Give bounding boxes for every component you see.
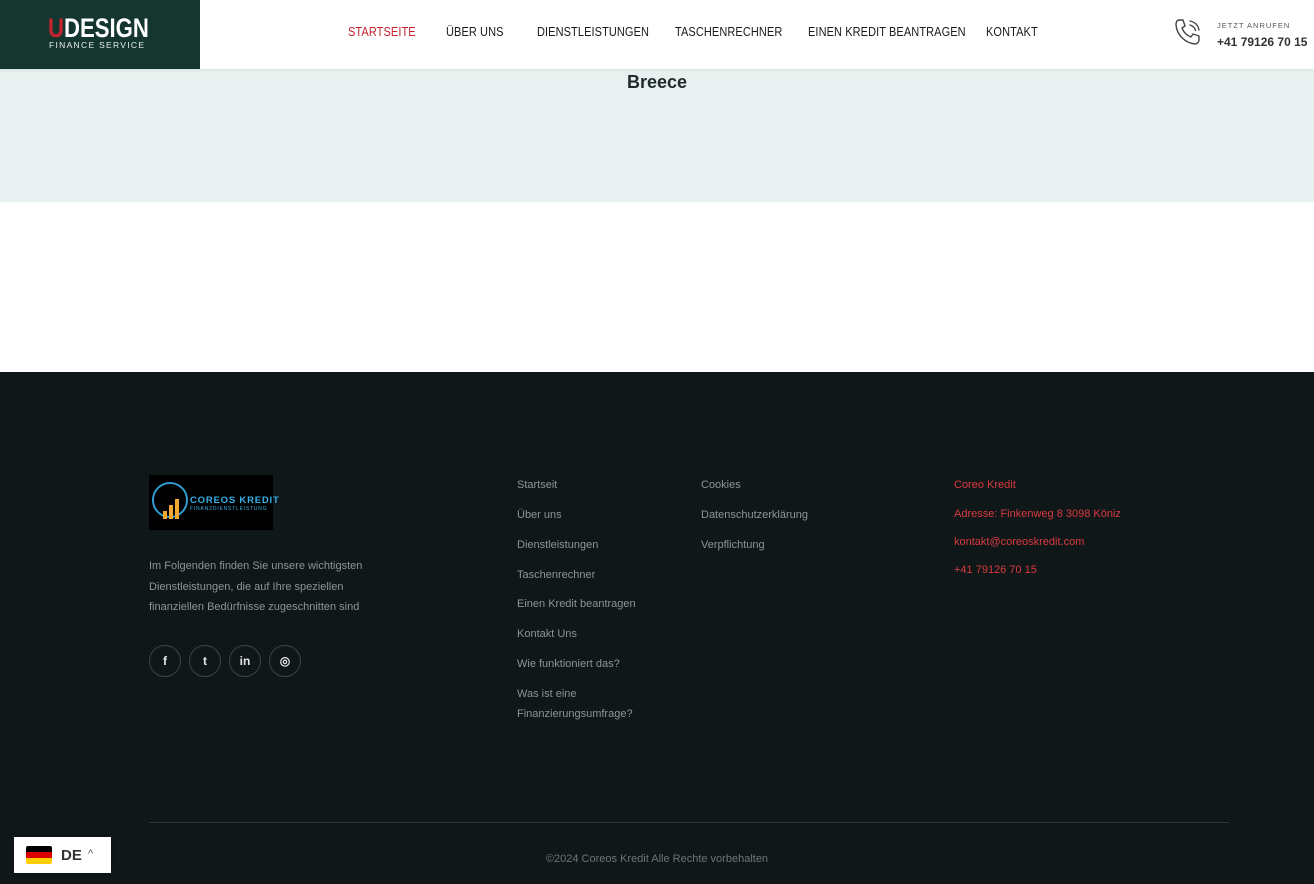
linkedin-icon[interactable]: in bbox=[229, 645, 261, 677]
footer-link-startseit[interactable]: Startseit bbox=[517, 475, 557, 495]
call-label: JETZT ANRUFEN bbox=[1217, 21, 1291, 30]
call-number[interactable]: +41 79126 70 15 bbox=[1217, 35, 1307, 49]
nav-item-kontakt[interactable]: KONTAKT bbox=[986, 25, 1038, 39]
phone-icon[interactable] bbox=[1171, 15, 1205, 49]
facebook-icon[interactable]: f bbox=[149, 645, 181, 677]
footer-logo[interactable]: COREOS KREDIT FINANZDIENSTLEISTUNG bbox=[149, 475, 279, 530]
twitter-icon[interactable]: t bbox=[189, 645, 221, 677]
logo-bar-icon bbox=[163, 511, 167, 519]
instagram-icon[interactable]: ◎ bbox=[269, 645, 301, 677]
footer-link-cookies[interactable]: Cookies bbox=[701, 475, 741, 495]
brand-subtitle: FINANCE SERVICE bbox=[49, 40, 146, 50]
footer-link-kontakt-uns[interactable]: Kontakt Uns bbox=[517, 624, 577, 644]
footer-link-datenschutz[interactable]: Datenschutzerklärung bbox=[701, 505, 808, 525]
language-switcher[interactable]: DE ^ bbox=[14, 837, 111, 873]
nav-item-ueber-uns[interactable]: ÜBER UNS bbox=[446, 25, 504, 39]
footer-link-dienstleistungen[interactable]: Dienstleistungen bbox=[517, 535, 598, 555]
footer-divider bbox=[149, 822, 1229, 823]
page-hero: Breece bbox=[0, 69, 1314, 202]
footer-link-wie-funktioniert[interactable]: Wie funktioniert das? bbox=[517, 654, 620, 674]
logo-bar-icon bbox=[175, 499, 179, 519]
footer-about-text: Im Folgenden finden Sie unsere wichtigst… bbox=[149, 560, 363, 613]
footer-logo-title: COREOS KREDIT bbox=[190, 495, 280, 506]
footer-link-kredit-beantragen[interactable]: Einen Kredit beantragen bbox=[517, 594, 636, 614]
nav-item-taschenrechner[interactable]: TASCHENRECHNER bbox=[675, 25, 782, 39]
nav-item-startseite[interactable]: STARTSEITE bbox=[348, 25, 416, 39]
contact-phone[interactable]: +41 79126 70 15 bbox=[954, 564, 1037, 576]
contact-company[interactable]: Coreo Kredit bbox=[954, 479, 1016, 491]
nav-item-kredit-beantragen[interactable]: EINEN KREDIT BEANTRAGEN bbox=[808, 25, 966, 39]
footer-link-taschenrechner[interactable]: Taschenrechner bbox=[517, 565, 595, 585]
copyright-text: ©2024 Coreos Kredit Alle Rechte vorbehal… bbox=[545, 853, 769, 865]
language-code: DE bbox=[61, 847, 82, 864]
chevron-up-icon: ^ bbox=[88, 848, 94, 860]
page-title: Breece bbox=[626, 72, 688, 92]
footer-link-finanzierungsumfrage[interactable]: Was ist eine Finanzierungsumfrage? bbox=[517, 684, 667, 724]
site-footer: COREOS KREDIT FINANZDIENSTLEISTUNG Im Fo… bbox=[0, 372, 1314, 884]
logo-bar-icon bbox=[169, 505, 173, 519]
site-header: UDESIGN FINANCE SERVICE STARTSEITE ÜBER … bbox=[0, 0, 1314, 69]
germany-flag-icon bbox=[26, 846, 52, 864]
contact-address[interactable]: Adresse: Finkenweg 8 3098 Köniz bbox=[954, 508, 1121, 520]
footer-logo-subtitle: FINANZDIENSTLEISTUNG bbox=[190, 506, 268, 512]
footer-link-ueber-uns[interactable]: Über uns bbox=[517, 505, 562, 525]
contact-email[interactable]: kontakt@coreoskredit.com bbox=[954, 536, 1084, 548]
footer-link-verpflichtung[interactable]: Verpflichtung bbox=[701, 535, 765, 555]
brand-logo[interactable]: UDESIGN FINANCE SERVICE bbox=[0, 0, 200, 69]
nav-item-dienstleistungen[interactable]: DIENSTLEISTUNGEN bbox=[537, 25, 649, 39]
